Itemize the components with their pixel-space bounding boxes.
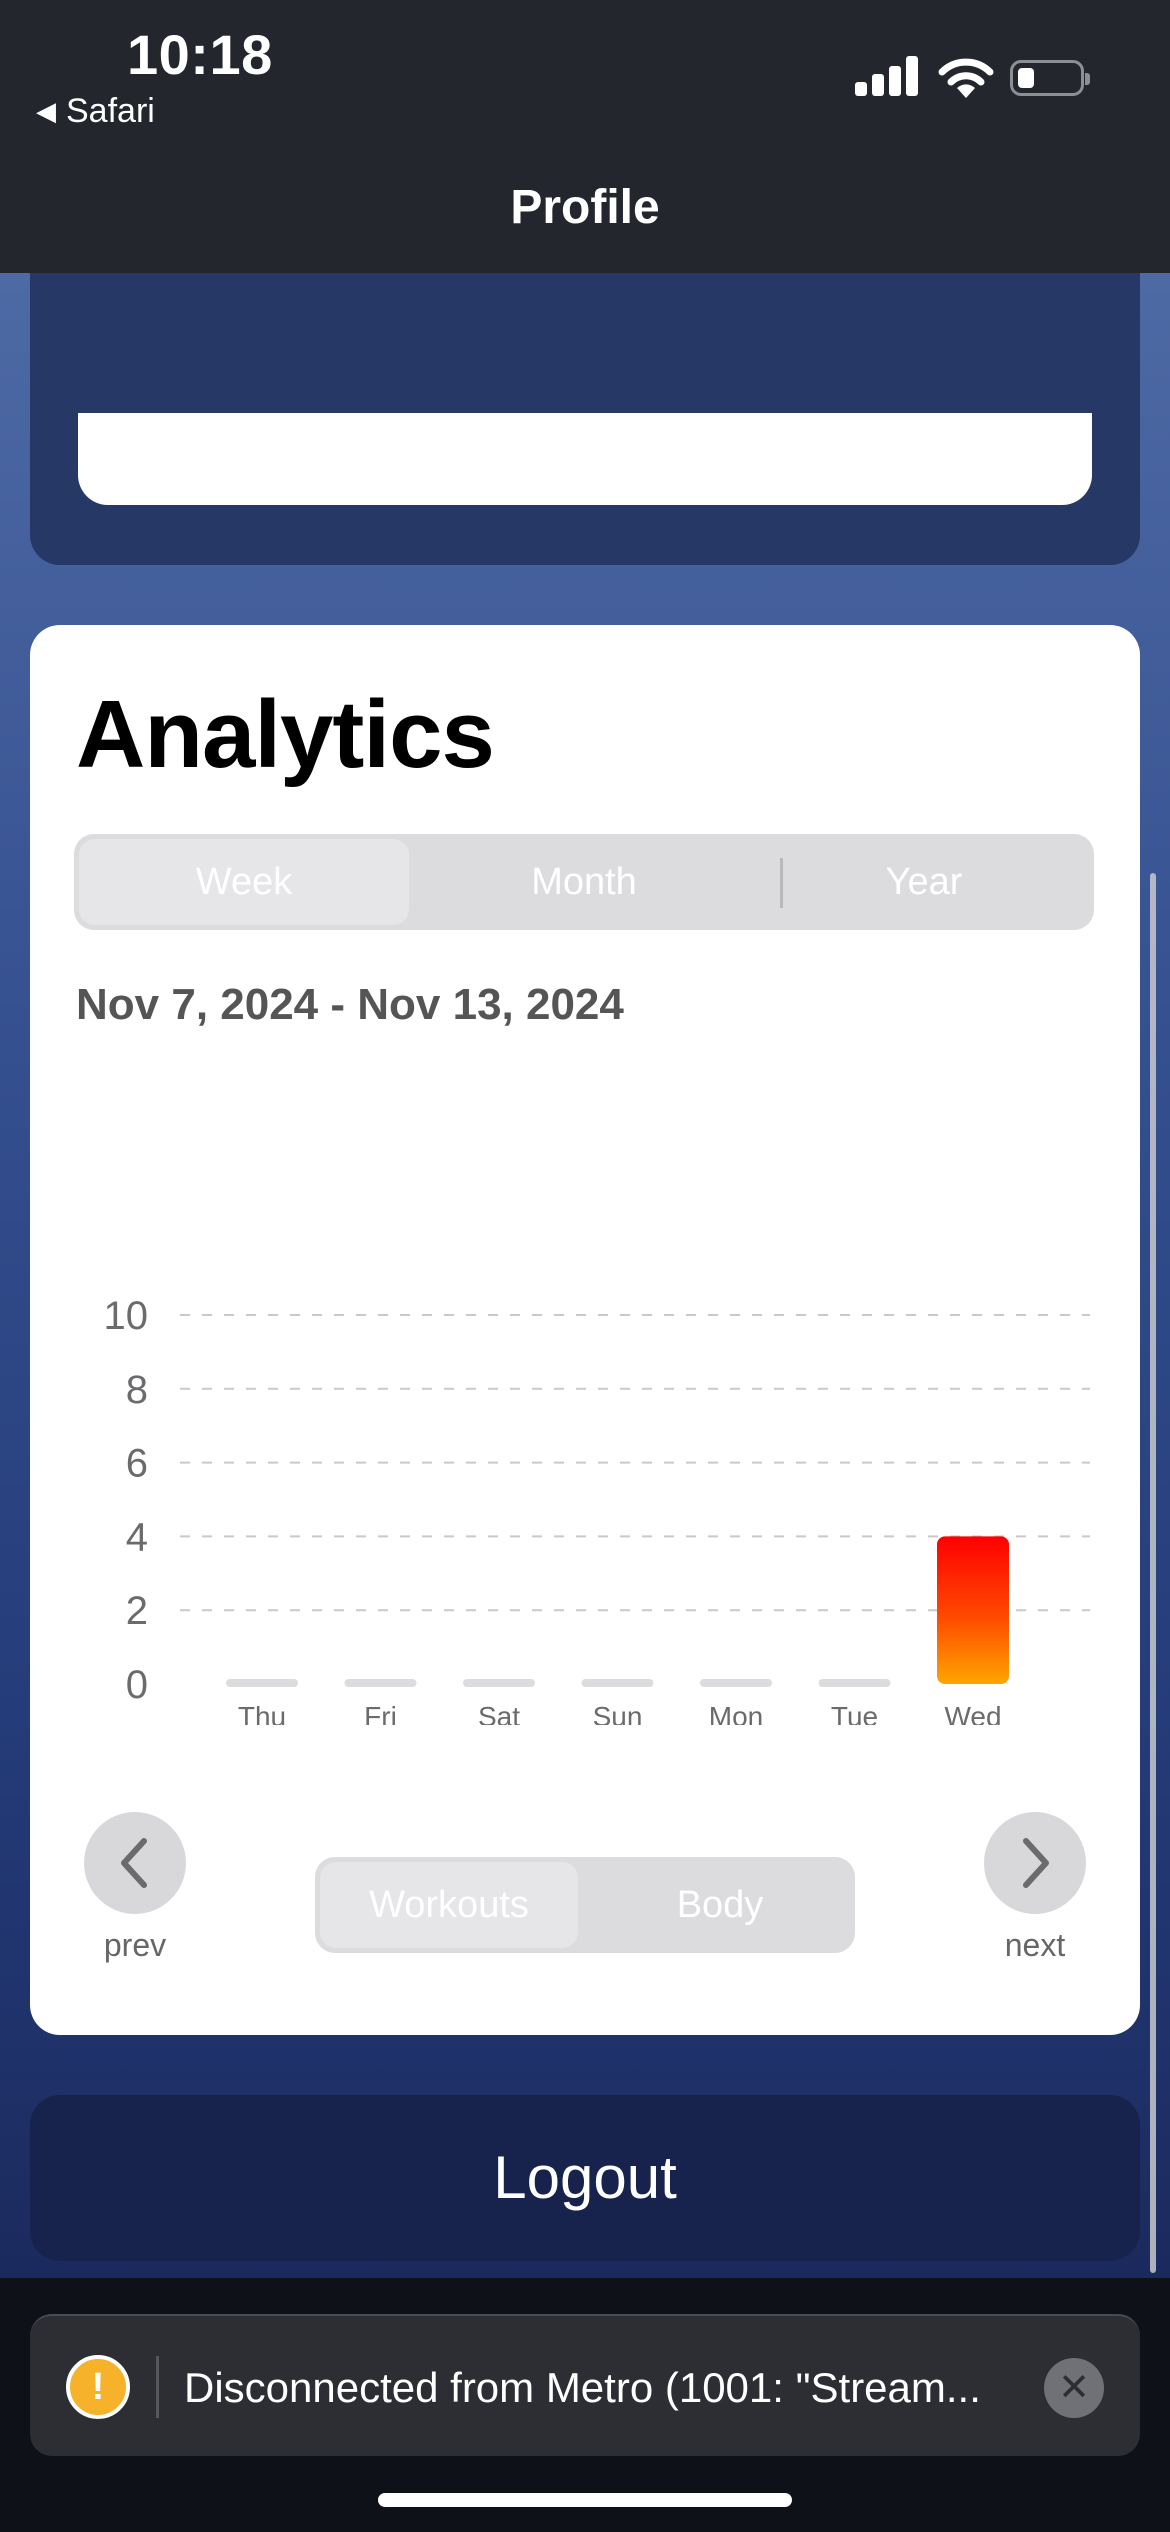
scroll-content[interactable]: Analytics Week Month Year Nov 7, 2024 - … xyxy=(0,273,1170,2278)
y-tick-label: 2 xyxy=(126,1589,148,1633)
period-segmented-control: Week Month Year xyxy=(74,834,1094,930)
back-triangle-icon: ◀ xyxy=(36,96,56,126)
tab-week[interactable]: Week xyxy=(79,839,409,925)
toast-separator xyxy=(156,2356,159,2418)
page-title: Profile xyxy=(510,181,660,234)
prev-label: prev xyxy=(103,1927,167,1963)
y-tick-label: 6 xyxy=(126,1442,148,1486)
bar-mon xyxy=(700,1679,772,1687)
y-tick-label: 8 xyxy=(126,1368,148,1412)
top-bar: 10:18 ◀ Safari Profile xyxy=(0,0,1170,273)
previous-card xyxy=(30,273,1140,565)
mode-segmented-control: Workouts Body xyxy=(315,1857,855,1953)
x-tick-label: Mon xyxy=(709,1701,763,1725)
x-tick-label: Sun xyxy=(593,1701,643,1725)
back-to-app-link[interactable]: ◀ Safari xyxy=(36,92,155,131)
x-tick-label: Fri xyxy=(364,1701,397,1725)
logout-button[interactable]: Logout xyxy=(30,2095,1140,2261)
tab-body[interactable]: Body xyxy=(585,1857,855,1953)
metro-disconnect-toast[interactable]: ! Disconnected from Metro (1001: "Stream… xyxy=(30,2314,1140,2456)
next-label: next xyxy=(1004,1927,1066,1963)
workouts-bar-chart: 0 2 4 6 8 10 Thu Fri Sat Sun Mon Tue Wed xyxy=(104,1294,1090,1725)
y-tick-label: 0 xyxy=(126,1663,148,1707)
home-indicator[interactable] xyxy=(378,2493,792,2507)
y-tick-label: 10 xyxy=(104,1294,149,1338)
vertical-scrollbar[interactable] xyxy=(1150,873,1156,2273)
bar-wed xyxy=(937,1536,1009,1684)
x-tick-label: Thu xyxy=(238,1701,286,1725)
battery-icon xyxy=(1010,60,1090,96)
toast-message: Disconnected from Metro (1001: "Stream..… xyxy=(184,2364,981,2411)
bar-thu xyxy=(226,1679,298,1687)
bar-sun xyxy=(581,1679,654,1687)
tab-workouts[interactable]: Workouts xyxy=(320,1862,578,1948)
tab-year[interactable]: Year xyxy=(754,834,1094,930)
analytics-title: Analytics xyxy=(76,681,495,788)
date-range-label: Nov 7, 2024 - Nov 13, 2024 xyxy=(76,980,624,1029)
bar-tue xyxy=(818,1679,891,1687)
bar-fri xyxy=(344,1679,417,1687)
status-time: 10:18 xyxy=(127,23,273,86)
cellular-signal-icon xyxy=(855,56,919,96)
status-indicators xyxy=(855,56,1095,102)
previous-card-panel xyxy=(78,413,1092,505)
tab-month[interactable]: Month xyxy=(414,834,754,930)
chevron-left-icon xyxy=(121,1838,147,1888)
close-icon[interactable]: ✕ xyxy=(1044,2358,1104,2418)
warning-icon: ! xyxy=(66,2355,130,2419)
back-app-label: Safari xyxy=(66,92,155,130)
y-tick-label: 4 xyxy=(126,1515,148,1559)
x-tick-label: Sat xyxy=(478,1701,520,1725)
bar-sat xyxy=(463,1679,535,1687)
x-tick-label: Tue xyxy=(831,1701,878,1725)
next-button[interactable] xyxy=(984,1812,1086,1914)
x-tick-label: Wed xyxy=(944,1701,1001,1725)
analytics-card: Analytics Week Month Year Nov 7, 2024 - … xyxy=(30,625,1140,2035)
chevron-right-icon xyxy=(1023,1838,1049,1888)
prev-button[interactable] xyxy=(84,1812,186,1914)
wifi-icon xyxy=(938,58,994,98)
